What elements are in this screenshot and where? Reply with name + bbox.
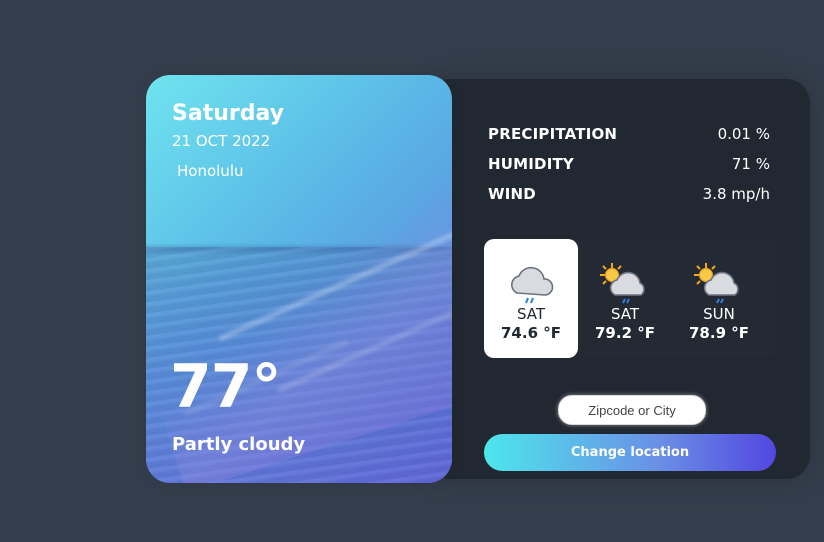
- stat-row-precipitation: PRECIPITATION 0.01 %: [488, 119, 770, 149]
- weather-description: Partly cloudy: [172, 434, 306, 455]
- forecast-day-card[interactable]: SUN 78.9 °F: [672, 239, 766, 358]
- stat-title: HUMIDITY: [488, 155, 574, 173]
- partly-cloudy-rain-icon: [600, 263, 645, 304]
- stat-row-humidity: HUMIDITY 71 %: [488, 149, 770, 179]
- weather-container: Saturday 21 OCT 2022 Honolulu 77° Partly…: [146, 75, 810, 483]
- forecast-day-temp: 79.2 °F: [595, 324, 655, 342]
- weather-stats: PRECIPITATION 0.01 % HUMIDITY 71 % WIND …: [488, 119, 770, 209]
- stat-value: 0.01 %: [717, 125, 770, 143]
- weather-side-card: Saturday 21 OCT 2022 Honolulu 77° Partly…: [146, 75, 452, 483]
- cloud-rain-icon: [511, 266, 554, 304]
- partly-cloudy-rain-icon: [694, 263, 739, 304]
- current-temperature: 77°: [170, 352, 281, 422]
- stat-title: WIND: [488, 185, 536, 203]
- stat-value: 71 %: [731, 155, 770, 173]
- forecast-day-card[interactable]: SAT 74.6 °F: [484, 239, 578, 358]
- forecast-day-label: SAT: [610, 305, 640, 323]
- week-forecast-list: SAT 74.6 °F SAT 79.2 °F SUN 78.9 °F: [484, 239, 776, 358]
- forecast-day-temp: 78.9 °F: [689, 324, 749, 342]
- stat-value: 3.8 mp/h: [702, 185, 770, 203]
- location-text: Honolulu: [177, 162, 244, 180]
- stat-title: PRECIPITATION: [488, 125, 618, 143]
- forecast-day-card[interactable]: SAT 79.2 °F: [578, 239, 672, 358]
- location-input[interactable]: [558, 395, 706, 425]
- date-text: 21 OCT 2022: [172, 132, 271, 150]
- stat-row-wind: WIND 3.8 mp/h: [488, 179, 770, 209]
- forecast-day-label: SUN: [703, 305, 735, 323]
- forecast-day-label: SAT: [516, 305, 546, 323]
- forecast-day-temp: 74.6 °F: [501, 324, 561, 342]
- change-location-button[interactable]: Change location: [484, 434, 776, 471]
- day-name: Saturday: [172, 101, 284, 126]
